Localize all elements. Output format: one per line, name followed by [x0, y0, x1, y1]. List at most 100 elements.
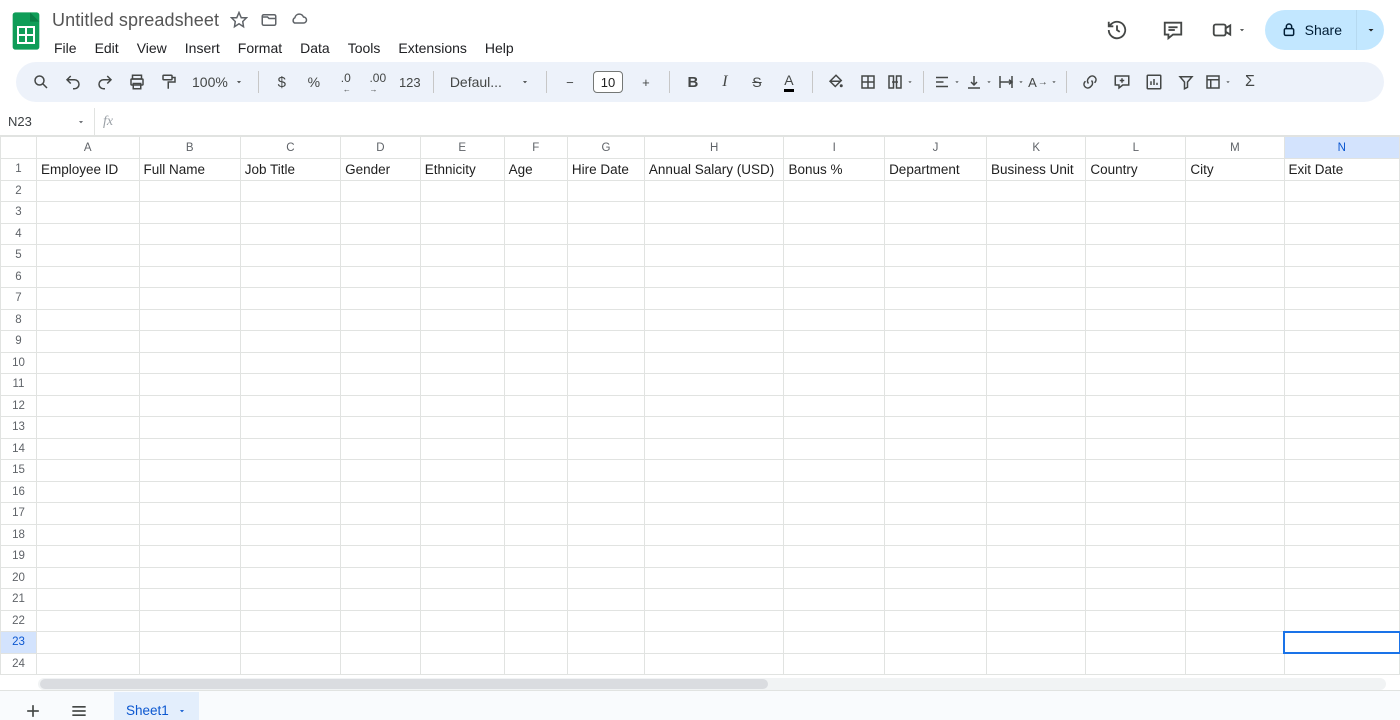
cell-D6[interactable]	[341, 266, 421, 288]
cell-L6[interactable]	[1086, 266, 1186, 288]
cell-M23[interactable]	[1186, 632, 1284, 654]
cell-L14[interactable]	[1086, 438, 1186, 460]
cell-M21[interactable]	[1186, 589, 1284, 611]
cell-B6[interactable]	[139, 266, 240, 288]
cell-J8[interactable]	[885, 309, 987, 331]
cell-B20[interactable]	[139, 567, 240, 589]
cell-H20[interactable]	[644, 567, 784, 589]
row-header-11[interactable]: 11	[1, 374, 37, 396]
cell-L23[interactable]	[1086, 632, 1186, 654]
cell-M22[interactable]	[1186, 610, 1284, 632]
cell-I21[interactable]	[784, 589, 885, 611]
cell-N10[interactable]	[1284, 352, 1400, 374]
cell-G6[interactable]	[567, 266, 644, 288]
column-header-I[interactable]: I	[784, 137, 885, 159]
cell-D7[interactable]	[341, 288, 421, 310]
cell-N4[interactable]	[1284, 223, 1400, 245]
cell-M8[interactable]	[1186, 309, 1284, 331]
cell-F15[interactable]	[504, 460, 567, 482]
cell-A24[interactable]	[37, 653, 140, 675]
cell-F11[interactable]	[504, 374, 567, 396]
cell-J14[interactable]	[885, 438, 987, 460]
cell-I8[interactable]	[784, 309, 885, 331]
cell-B18[interactable]	[139, 524, 240, 546]
cell-C17[interactable]	[240, 503, 340, 525]
table-views-button[interactable]	[1203, 67, 1233, 97]
column-header-C[interactable]: C	[240, 137, 340, 159]
cell-C19[interactable]	[240, 546, 340, 568]
cell-J24[interactable]	[885, 653, 987, 675]
cell-E23[interactable]	[420, 632, 504, 654]
cell-A20[interactable]	[37, 567, 140, 589]
cell-N7[interactable]	[1284, 288, 1400, 310]
cell-C15[interactable]	[240, 460, 340, 482]
cell-N22[interactable]	[1284, 610, 1400, 632]
cell-D13[interactable]	[341, 417, 421, 439]
cell-I24[interactable]	[784, 653, 885, 675]
cell-B16[interactable]	[139, 481, 240, 503]
cell-G13[interactable]	[567, 417, 644, 439]
increase-font-size-button[interactable]: +	[631, 67, 661, 97]
cell-A12[interactable]	[37, 395, 140, 417]
cell-F12[interactable]	[504, 395, 567, 417]
cell-K14[interactable]	[987, 438, 1086, 460]
cell-D5[interactable]	[341, 245, 421, 267]
cell-A16[interactable]	[37, 481, 140, 503]
cell-K12[interactable]	[987, 395, 1086, 417]
cell-E1[interactable]: Ethnicity	[420, 159, 504, 181]
cell-A15[interactable]	[37, 460, 140, 482]
cell-N14[interactable]	[1284, 438, 1400, 460]
cell-D20[interactable]	[341, 567, 421, 589]
cell-I16[interactable]	[784, 481, 885, 503]
cell-F10[interactable]	[504, 352, 567, 374]
cell-J12[interactable]	[885, 395, 987, 417]
cell-M5[interactable]	[1186, 245, 1284, 267]
cell-B13[interactable]	[139, 417, 240, 439]
cell-L20[interactable]	[1086, 567, 1186, 589]
cell-G3[interactable]	[567, 202, 644, 224]
cell-B1[interactable]: Full Name	[139, 159, 240, 181]
cell-B8[interactable]	[139, 309, 240, 331]
cell-A2[interactable]	[37, 180, 140, 202]
cell-J4[interactable]	[885, 223, 987, 245]
cell-N18[interactable]	[1284, 524, 1400, 546]
cell-E11[interactable]	[420, 374, 504, 396]
borders-button[interactable]	[853, 67, 883, 97]
cell-K21[interactable]	[987, 589, 1086, 611]
cell-B3[interactable]	[139, 202, 240, 224]
currency-button[interactable]: $	[267, 67, 297, 97]
cell-E14[interactable]	[420, 438, 504, 460]
cell-B4[interactable]	[139, 223, 240, 245]
cell-J19[interactable]	[885, 546, 987, 568]
cell-F18[interactable]	[504, 524, 567, 546]
cell-C14[interactable]	[240, 438, 340, 460]
cell-M3[interactable]	[1186, 202, 1284, 224]
add-sheet-button[interactable]	[14, 692, 52, 720]
cell-B12[interactable]	[139, 395, 240, 417]
cell-K20[interactable]	[987, 567, 1086, 589]
cell-G11[interactable]	[567, 374, 644, 396]
cell-L11[interactable]	[1086, 374, 1186, 396]
cell-I20[interactable]	[784, 567, 885, 589]
cell-H3[interactable]	[644, 202, 784, 224]
column-header-K[interactable]: K	[987, 137, 1086, 159]
cell-N20[interactable]	[1284, 567, 1400, 589]
cell-F13[interactable]	[504, 417, 567, 439]
cell-I2[interactable]	[784, 180, 885, 202]
cell-D24[interactable]	[341, 653, 421, 675]
row-header-23[interactable]: 23	[1, 632, 37, 654]
cell-B21[interactable]	[139, 589, 240, 611]
cell-L8[interactable]	[1086, 309, 1186, 331]
cell-N1[interactable]: Exit Date	[1284, 159, 1400, 181]
cell-G19[interactable]	[567, 546, 644, 568]
cell-H13[interactable]	[644, 417, 784, 439]
cell-G4[interactable]	[567, 223, 644, 245]
row-header-2[interactable]: 2	[1, 180, 37, 202]
undo-icon[interactable]	[58, 67, 88, 97]
cell-H19[interactable]	[644, 546, 784, 568]
cell-D11[interactable]	[341, 374, 421, 396]
cell-M10[interactable]	[1186, 352, 1284, 374]
cell-C13[interactable]	[240, 417, 340, 439]
column-header-L[interactable]: L	[1086, 137, 1186, 159]
cell-H6[interactable]	[644, 266, 784, 288]
